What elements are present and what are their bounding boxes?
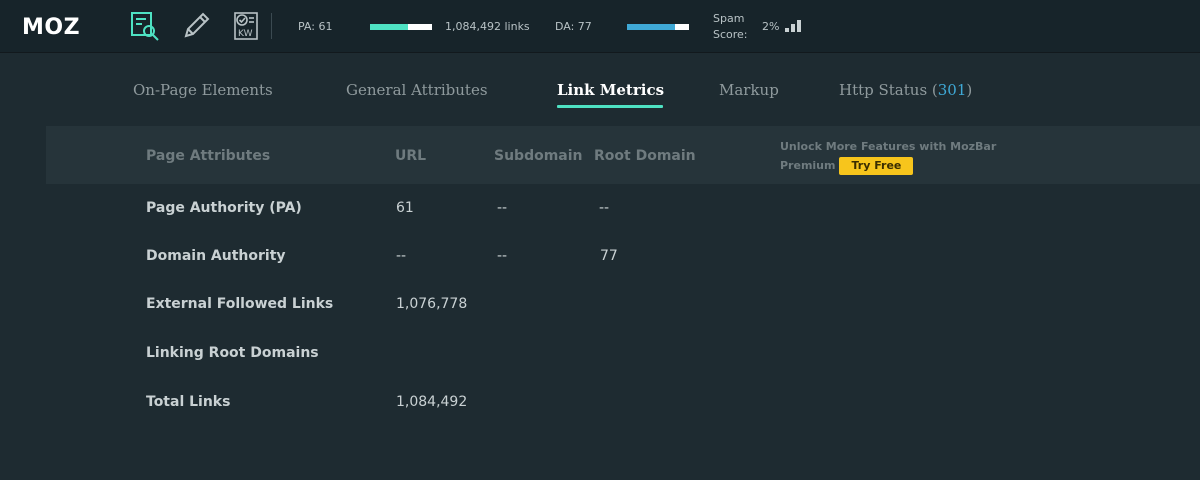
da-bar-fill (627, 24, 675, 30)
header-subdomain: Subdomain (494, 148, 583, 164)
row-label-total-links: Total Links (146, 394, 231, 410)
header-url: URL (395, 148, 427, 164)
cell-total-url: 1,084,492 (396, 394, 468, 410)
spam-score-label: Spam Score: (713, 11, 748, 43)
tab-bar: On-Page Elements General Attributes Link… (0, 53, 1200, 125)
spam-label-line2: Score: (713, 28, 748, 41)
row-label-page-authority: Page Authority (PA) (146, 200, 302, 216)
toolbar-divider (271, 13, 272, 39)
mozbar-toolbar: MOZ KW PA: 61 1,084,492 links DA: 77 Spa… (0, 0, 1200, 53)
cell-da-subdomain: -- (497, 248, 508, 264)
cell-pa-url: 61 (396, 200, 414, 216)
cell-pa-root: -- (599, 200, 610, 216)
signal-bars-icon (785, 19, 805, 32)
pa-label: PA: 61 (298, 20, 333, 33)
moz-logo: MOZ (22, 15, 81, 40)
row-label-domain-authority: Domain Authority (146, 248, 286, 264)
tab-http-status-suffix: ) (966, 81, 973, 99)
keyword-checklist-icon[interactable]: KW (230, 10, 262, 42)
row-label-linking-root-domains: Linking Root Domains (146, 345, 319, 361)
da-bar (627, 24, 689, 30)
page-analysis-icon[interactable] (129, 10, 161, 42)
row-label-external-followed-links: External Followed Links (146, 296, 334, 312)
tab-general-attributes[interactable]: General Attributes (346, 81, 488, 99)
premium-upsell: Unlock More Features with MozBar Premium… (780, 137, 996, 175)
highlight-pencil-icon[interactable] (180, 10, 212, 42)
tab-markup[interactable]: Markup (719, 81, 779, 99)
tab-http-status[interactable]: Http Status (301) (839, 81, 972, 99)
try-free-button[interactable]: Try Free (839, 157, 914, 175)
tab-http-status-label: Http Status ( (839, 81, 938, 99)
pa-bar-fill (370, 24, 408, 30)
tab-link-metrics[interactable]: Link Metrics (557, 81, 664, 99)
header-page-attributes: Page Attributes (146, 148, 271, 164)
pa-bar (370, 24, 432, 30)
cell-da-url: -- (396, 248, 407, 264)
active-tab-indicator (557, 105, 663, 108)
svg-text:KW: KW (238, 29, 253, 39)
links-count: 1,084,492 links (445, 20, 530, 33)
http-status-code: 301 (937, 81, 967, 99)
da-label: DA: 77 (555, 20, 592, 33)
tab-on-page-elements[interactable]: On-Page Elements (133, 81, 273, 99)
header-root-domain: Root Domain (594, 148, 696, 164)
spam-score-value: 2% (762, 20, 780, 33)
upsell-line2: Premium (780, 159, 836, 172)
cell-efl-url: 1,076,778 (396, 296, 468, 312)
cell-pa-subdomain: -- (497, 200, 508, 216)
cell-da-root: 77 (600, 248, 618, 264)
upsell-line1: Unlock More Features with MozBar (780, 140, 997, 153)
spam-label-line1: Spam (713, 12, 745, 25)
